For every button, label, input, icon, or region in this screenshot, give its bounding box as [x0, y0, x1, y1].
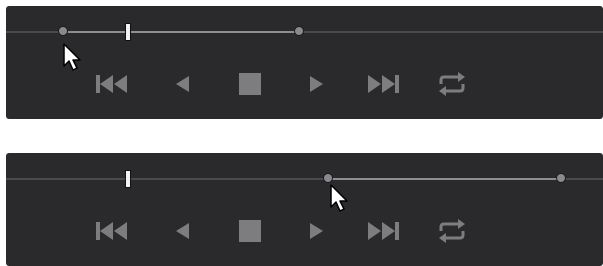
jump-to-start-button[interactable] — [92, 70, 132, 98]
play-icon — [310, 223, 323, 239]
step-back-icon — [176, 76, 189, 92]
transport-panel-2 — [6, 153, 603, 266]
transport-controls — [6, 217, 603, 245]
out-point-handle[interactable] — [556, 173, 567, 183]
in-out-range[interactable] — [328, 178, 562, 180]
jump-to-start-icon — [96, 75, 127, 93]
stop-icon — [239, 73, 261, 95]
out-point-handle[interactable] — [293, 26, 304, 36]
loop-button[interactable] — [432, 217, 472, 245]
jump-to-end-button[interactable] — [363, 70, 403, 98]
in-point-handle[interactable] — [323, 173, 334, 183]
playhead[interactable] — [125, 170, 132, 188]
loop-icon — [439, 219, 465, 243]
transport-panel-1 — [6, 6, 603, 119]
play-button[interactable] — [297, 70, 337, 98]
stop-button[interactable] — [230, 70, 270, 98]
in-out-range[interactable] — [62, 31, 299, 33]
loop-icon — [439, 72, 465, 96]
step-back-button[interactable] — [162, 217, 202, 245]
stop-icon — [239, 220, 261, 242]
transport-controls — [6, 70, 603, 98]
in-point-handle[interactable] — [57, 26, 68, 36]
jump-to-start-icon — [96, 222, 127, 240]
stop-button[interactable] — [230, 217, 270, 245]
step-back-button[interactable] — [162, 70, 202, 98]
jump-to-end-icon — [368, 222, 399, 240]
mouse-cursor-icon — [330, 184, 348, 212]
step-back-icon — [176, 223, 189, 239]
mouse-cursor-icon — [63, 43, 81, 71]
playhead[interactable] — [125, 23, 132, 41]
play-button[interactable] — [297, 217, 337, 245]
loop-button[interactable] — [432, 70, 472, 98]
jump-to-end-button[interactable] — [363, 217, 403, 245]
play-icon — [310, 76, 323, 92]
jump-to-start-button[interactable] — [92, 217, 132, 245]
jump-to-end-icon — [368, 75, 399, 93]
